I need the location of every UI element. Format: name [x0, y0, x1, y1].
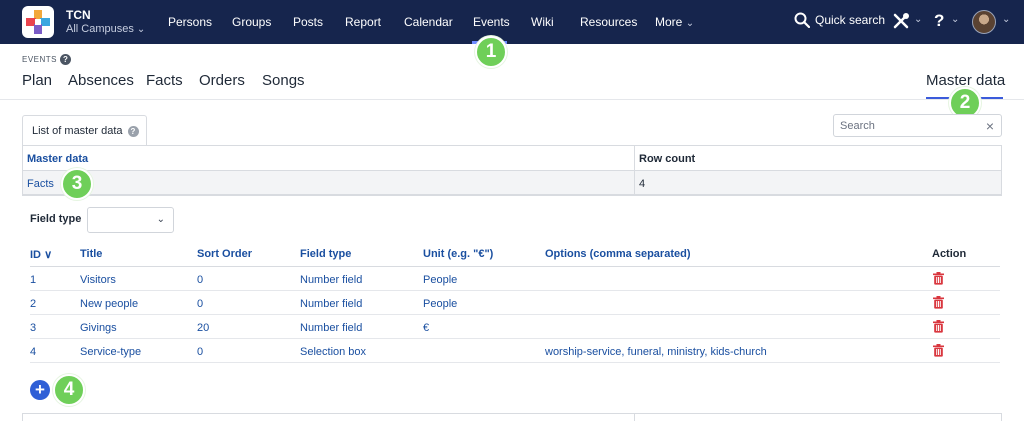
tab-orders[interactable]: Orders — [199, 72, 245, 89]
facts-table: ID ∨ Title Sort Order Field type Unit (e… — [30, 242, 1000, 363]
column-header-sort-order[interactable]: Sort Order — [197, 248, 252, 260]
table-row[interactable]: Facts 4 — [23, 171, 1001, 195]
column-divider — [634, 146, 635, 170]
campus-label: All Campuses — [66, 23, 134, 35]
row-id[interactable]: 2 — [30, 298, 36, 310]
row-id[interactable]: 3 — [30, 322, 36, 334]
divider — [0, 99, 1024, 100]
nav-item-posts[interactable]: Posts — [293, 15, 323, 29]
church-logo[interactable] — [22, 6, 54, 38]
column-header-title[interactable]: Title — [80, 248, 102, 260]
column-header-row-count: Row count — [639, 153, 696, 165]
callout-badge-3: 3 — [61, 168, 93, 200]
chevron-down-icon: ⌄ — [156, 214, 165, 225]
brand-name: TCN — [66, 8, 91, 22]
row-sort-order[interactable]: 20 — [197, 322, 209, 334]
row-id[interactable]: 4 — [30, 346, 36, 358]
tab-absences[interactable]: Absences — [68, 72, 134, 89]
row-options[interactable]: worship-service, funeral, ministry, kids… — [545, 346, 767, 358]
column-header-options[interactable]: Options (comma separated) — [545, 248, 690, 260]
field-type-label: Field type — [30, 213, 82, 225]
nav-item-wiki[interactable]: Wiki — [531, 15, 554, 29]
column-divider — [634, 414, 635, 421]
nav-item-calendar[interactable]: Calendar — [404, 15, 453, 29]
callout-badge-4: 4 — [53, 374, 85, 406]
nav-item-report[interactable]: Report — [345, 15, 381, 29]
help-icon[interactable]: ? — [60, 54, 71, 65]
tools-icon — [893, 13, 909, 29]
tab-plan[interactable]: Plan — [22, 72, 52, 89]
master-data-table: Master data Row count Facts 4 — [22, 145, 1002, 196]
nav-item-groups[interactable]: Groups — [232, 15, 271, 29]
row-count-value: 4 — [639, 178, 646, 190]
search-icon — [794, 12, 811, 29]
table-row[interactable]: 3 Givings 20 Number field € — [30, 315, 1000, 339]
user-avatar[interactable] — [972, 10, 996, 34]
sort-descending-icon: ∨ — [44, 249, 53, 261]
row-field-type[interactable]: Number field — [300, 322, 362, 334]
row-title[interactable]: New people — [80, 298, 138, 310]
search-input[interactable] — [840, 118, 970, 134]
column-header-master-data[interactable]: Master data — [27, 153, 88, 165]
row-unit[interactable]: People — [423, 274, 457, 286]
nav-item-persons[interactable]: Persons — [168, 15, 212, 29]
chevron-down-icon: ⌄ — [951, 14, 960, 25]
row-field-type[interactable]: Number field — [300, 274, 362, 286]
delete-icon[interactable] — [933, 320, 944, 333]
quick-search-label: Quick search — [815, 13, 886, 27]
master-data-link-facts[interactable]: Facts — [27, 178, 54, 190]
campus-selector[interactable]: All Campuses ⌄ — [66, 23, 145, 35]
nav-more-label: More — [655, 15, 683, 29]
section-label: EVENTS — [22, 55, 58, 64]
table-header-row: ID ∨ Title Sort Order Field type Unit (e… — [30, 242, 1000, 267]
row-field-type[interactable]: Number field — [300, 298, 362, 310]
table-row[interactable]: 2 New people 0 Number field People — [30, 291, 1000, 315]
row-unit[interactable]: € — [423, 322, 429, 334]
row-sort-order[interactable]: 0 — [197, 346, 203, 358]
info-icon[interactable]: ? — [127, 126, 139, 137]
next-table-edge — [22, 413, 1002, 421]
delete-icon[interactable] — [933, 344, 944, 357]
tools-menu[interactable] — [892, 12, 910, 33]
clear-icon[interactable]: × — [986, 118, 994, 134]
search-box[interactable]: × — [833, 114, 1002, 137]
table-row[interactable]: 4 Service-type 0 Selection box worship-s… — [30, 339, 1000, 363]
quick-search[interactable]: Quick search — [794, 12, 886, 29]
nav-item-more[interactable]: More ⌄ — [655, 15, 694, 29]
chevron-down-icon: ⌄ — [136, 24, 146, 35]
chevron-down-icon: ⌄ — [1002, 14, 1011, 25]
help-menu[interactable]: ? — [934, 11, 944, 31]
column-header-field-type[interactable]: Field type — [300, 248, 351, 260]
delete-icon[interactable] — [933, 272, 944, 285]
row-title[interactable]: Service-type — [80, 346, 141, 358]
row-sort-order[interactable]: 0 — [197, 298, 203, 310]
card-tab-label: List of master data — [32, 125, 123, 137]
column-header-unit[interactable]: Unit (e.g. "€") — [423, 248, 493, 260]
row-unit[interactable]: People — [423, 298, 457, 310]
column-header-action: Action — [932, 248, 967, 260]
table-header-row: Master data Row count — [23, 146, 1001, 171]
chevron-down-icon: ⌄ — [685, 18, 695, 29]
table-row[interactable]: 1 Visitors 0 Number field People — [30, 267, 1000, 291]
column-header-id-label: ID — [30, 249, 41, 261]
row-id[interactable]: 1 — [30, 274, 36, 286]
tab-songs[interactable]: Songs — [262, 72, 305, 89]
row-sort-order[interactable]: 0 — [197, 274, 203, 286]
card-tab-list-of-master-data[interactable]: List of master data? — [22, 115, 147, 146]
tab-facts[interactable]: Facts — [146, 72, 183, 89]
row-title[interactable]: Visitors — [80, 274, 116, 286]
row-field-type[interactable]: Selection box — [300, 346, 366, 358]
top-navbar: TCN All Campuses ⌄ Persons Groups Posts R… — [0, 0, 1024, 44]
callout-badge-1: 1 — [475, 36, 507, 68]
column-header-id[interactable]: ID ∨ — [30, 248, 52, 261]
nav-item-resources[interactable]: Resources — [580, 15, 637, 29]
delete-icon[interactable] — [933, 296, 944, 309]
nav-item-events[interactable]: Events — [473, 15, 510, 29]
chevron-down-icon: ⌄ — [914, 14, 923, 25]
row-title[interactable]: Givings — [80, 322, 117, 334]
field-type-select[interactable]: ⌄ — [87, 207, 174, 233]
add-row-button[interactable]: + — [30, 380, 50, 400]
column-divider — [634, 171, 635, 194]
